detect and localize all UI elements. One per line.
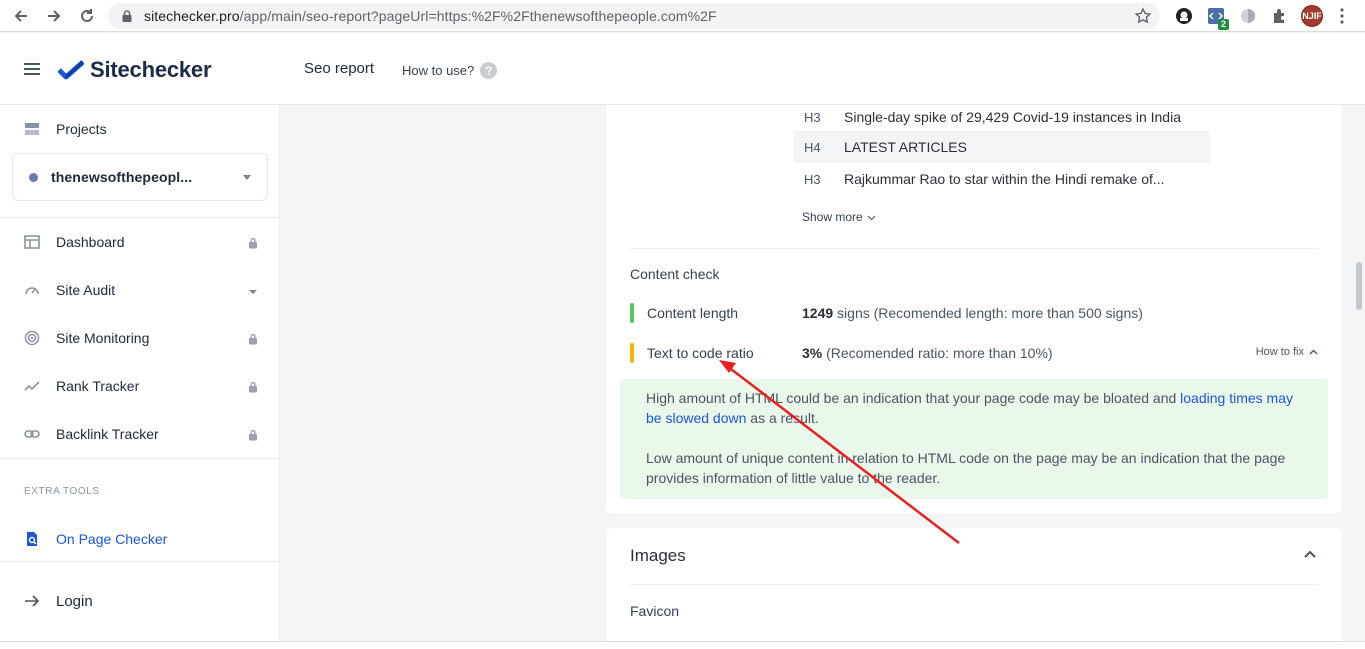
sidebar-divider	[0, 217, 280, 218]
show-more-label: Show more	[802, 210, 863, 224]
extension-badge: 2	[1217, 19, 1229, 30]
trend-icon	[24, 378, 40, 394]
project-dropdown[interactable]: thenewsofthepeopl...	[12, 153, 268, 201]
back-icon[interactable]	[5, 2, 37, 30]
extensions-puzzle-icon[interactable]	[1269, 5, 1291, 27]
sidebar: Projects thenewsofthepeopl... Dashboard …	[0, 105, 280, 641]
heading-row: H4 LATEST ARTICLES	[794, 131, 1210, 163]
bookmark-star-icon[interactable]	[1134, 7, 1152, 25]
sidebar-item-label: Backlink Tracker	[56, 426, 159, 442]
extra-tools-heading: EXTRA TOOLS	[24, 486, 100, 497]
url-text: sitechecker.pro/app/main/seo-report?page…	[144, 8, 717, 24]
sidebar-item-backlink-tracker[interactable]: Backlink Tracker	[24, 422, 264, 446]
heading-text: Single-day spike of 29,429 Covid-19 inst…	[844, 109, 1181, 125]
chevron-down-icon	[867, 215, 876, 220]
lock-icon	[248, 236, 258, 249]
sidebar-item-label: Dashboard	[56, 234, 125, 250]
sidebar-divider	[0, 561, 280, 562]
how-to-fix-panel: High amount of HTML could be an indicati…	[620, 379, 1328, 499]
heading-tag: H3	[804, 171, 821, 187]
browser-menu-icon[interactable]	[1340, 6, 1344, 26]
check-row-content-length: Content length 1249 signs (Recomended le…	[630, 302, 1318, 324]
fix-paragraph-1: High amount of HTML could be an indicati…	[646, 390, 1293, 426]
project-status-dot	[29, 172, 38, 182]
projects-icon	[24, 121, 40, 137]
profile-avatar[interactable]: NJIF	[1301, 5, 1323, 27]
lock-icon	[248, 428, 258, 441]
app-header: Sitechecker Seo report How to use? ?	[0, 33, 1365, 105]
help-icon: ?	[480, 62, 498, 79]
fix-paragraph-2: Low amount of unique content in relation…	[646, 450, 1286, 486]
check-value: 3% (Recomended ratio: more than 10%)	[802, 345, 1053, 361]
heading-row: H3 Rajkummar Rao to star within the Hind…	[794, 163, 1210, 195]
show-more-button[interactable]: Show more	[802, 210, 876, 224]
login-arrow-icon	[24, 593, 40, 609]
chevron-down-icon	[243, 175, 251, 180]
check-value: 1249 signs (Recomended length: more than…	[802, 305, 1143, 321]
extension-grey-icon[interactable]	[1237, 5, 1259, 27]
sidebar-divider	[0, 458, 280, 459]
how-to-fix-label: How to fix	[1255, 346, 1304, 358]
reload-icon[interactable]	[71, 2, 103, 30]
link-icon	[24, 426, 40, 442]
sidebar-item-on-page-checker[interactable]: On Page Checker	[24, 527, 264, 551]
favicon-title: Favicon	[630, 603, 680, 619]
lock-icon	[122, 10, 132, 22]
extension-dark-icon[interactable]	[1173, 5, 1195, 27]
images-card: Images Favicon	[606, 528, 1342, 641]
check-label: Content length	[647, 305, 739, 321]
section-divider	[630, 584, 1318, 585]
address-bar[interactable]: sitechecker.pro/app/main/seo-report?page…	[108, 3, 1160, 29]
project-name: thenewsofthepeopl...	[51, 169, 193, 185]
sidebar-item-site-monitoring[interactable]: Site Monitoring	[24, 326, 264, 350]
dashboard-icon	[24, 234, 40, 250]
status-bar-green	[630, 303, 634, 323]
chevron-up-icon	[1309, 349, 1318, 354]
content-check-title: Content check	[630, 266, 720, 282]
how-to-use-link[interactable]: How to use? ?	[402, 62, 498, 79]
hamburger-menu-icon[interactable]	[24, 63, 40, 75]
how-to-fix-toggle[interactable]: How to fix	[1256, 346, 1318, 358]
sidebar-item-projects[interactable]: Projects	[24, 117, 264, 141]
chevron-down-icon	[248, 287, 258, 299]
sidebar-item-dashboard[interactable]: Dashboard	[24, 230, 264, 254]
lock-icon	[248, 380, 258, 393]
content-report-card: H3 Single-day spike of 29,429 Covid-19 i…	[606, 105, 1342, 513]
sidebar-item-rank-tracker[interactable]: Rank Tracker	[24, 374, 264, 398]
heading-tag: H4	[804, 139, 821, 155]
browser-toolbar: sitechecker.pro/app/main/seo-report?page…	[0, 0, 1365, 32]
heading-text: LATEST ARTICLES	[844, 139, 967, 155]
lock-icon	[248, 332, 258, 345]
chevron-up-icon[interactable]	[1304, 550, 1316, 558]
sidebar-item-label: Site Audit	[56, 282, 116, 298]
heading-tag: H3	[804, 109, 821, 125]
status-bar-yellow	[630, 343, 634, 363]
page-search-icon	[24, 531, 40, 547]
images-section-title: Images	[630, 546, 686, 565]
heading-row: H3 Single-day spike of 29,429 Covid-19 i…	[794, 101, 1210, 133]
sidebar-item-label: Site Monitoring	[56, 330, 150, 346]
extension-code-icon[interactable]: 2	[1205, 5, 1229, 30]
sidebar-item-label: Login	[56, 592, 93, 610]
logo-check-icon	[58, 60, 84, 80]
sidebar-item-label: Rank Tracker	[56, 378, 140, 394]
bottom-strip	[0, 641, 1365, 649]
logo-text: Sitechecker	[90, 57, 212, 82]
page-title: Seo report	[304, 60, 375, 77]
sidebar-item-login[interactable]: Login	[24, 589, 264, 613]
how-to-use-label: How to use?	[402, 63, 475, 78]
section-divider	[630, 248, 1318, 249]
heading-text: Rajkummar Rao to star within the Hindi r…	[844, 171, 1165, 187]
sidebar-item-site-audit[interactable]: Site Audit	[24, 278, 264, 302]
page-scrollbar[interactable]	[1356, 262, 1362, 310]
sidebar-item-label: On Page Checker	[56, 531, 168, 547]
sidebar-item-label: Projects	[56, 121, 107, 137]
check-label: Text to code ratio	[647, 345, 754, 361]
forward-icon[interactable]	[38, 2, 70, 30]
gauge-icon	[24, 282, 40, 298]
check-row-text-to-code-ratio: Text to code ratio 3% (Recomended ratio:…	[630, 342, 1318, 364]
sitechecker-logo[interactable]: Sitechecker	[58, 57, 212, 83]
radar-icon	[24, 330, 40, 346]
